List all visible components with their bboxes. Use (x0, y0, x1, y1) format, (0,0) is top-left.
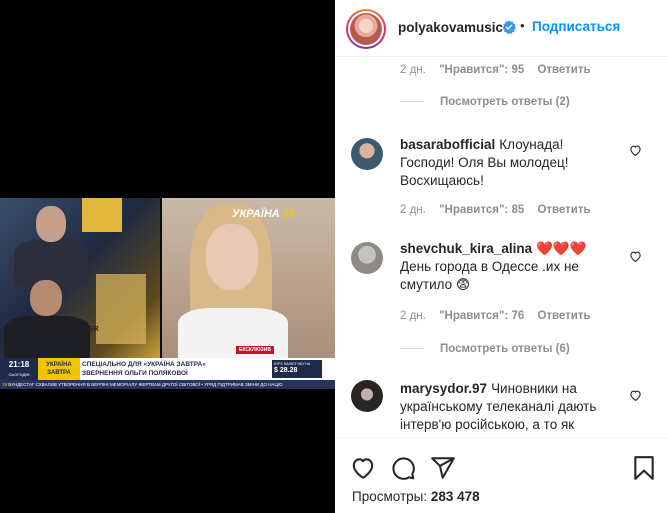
reply-button[interactable]: Ответить (537, 64, 590, 76)
reply-button[interactable]: Ответить (537, 204, 590, 216)
actions-divider (336, 438, 668, 439)
view-replies-button[interactable]: Посмотреть ответы (2) (400, 96, 570, 108)
like-icon[interactable] (350, 455, 376, 481)
author-username[interactable]: polyakovamusic (398, 20, 503, 35)
hearts-emoji: ❤️❤️❤️ (536, 241, 587, 256)
comment-text: basarabofficial Клоунада! Господи! Оля Вы… (400, 137, 569, 188)
currency-rate: КУРС ВАЛЮТ НБУ НА $ 28.28 (272, 360, 322, 378)
view-replies-button[interactable]: Посмотреть ответы (6) (400, 343, 570, 355)
comment-likes[interactable]: "Нравится": 76 (439, 310, 524, 322)
guest-2 (4, 316, 90, 358)
shirt-text: THE I OBSTER (44, 326, 100, 333)
verified-badge-icon (502, 20, 516, 34)
comment-meta: 2 дн. "Нравится": 85 Ответить (400, 204, 591, 216)
lower-third: 21:18 СЬОГОДНІ УКРАЇНА ЗАВТРА СПЕЦІАЛЬНО… (0, 358, 335, 380)
commenter-username[interactable]: marysydor.97 (400, 381, 487, 396)
commenter-avatar[interactable] (351, 242, 383, 274)
broadcast-caption: СПЕЦІАЛЬНО ДЛЯ «УКРАЇНА ЗАВТРА» ЗВЕРНЕНН… (82, 361, 206, 377)
guest-1 (14, 240, 88, 286)
comments-list[interactable]: 2 дн. "Нравится": 95 Ответить Посмотреть… (336, 58, 668, 440)
commenter-username[interactable]: shevchuk_kira_alina (400, 241, 532, 256)
comment-likes[interactable]: "Нравится": 85 (439, 204, 524, 216)
header-separator: • (520, 18, 525, 33)
studio-guests-image (0, 198, 160, 358)
author-avatar[interactable] (346, 9, 386, 49)
commenter-username[interactable]: basarabofficial (400, 137, 495, 152)
share-icon[interactable] (430, 455, 456, 481)
like-comment-icon[interactable] (629, 389, 642, 402)
like-comment-icon[interactable] (629, 250, 642, 263)
news-ticker: 19 БУНДЕСТАГ СХВАЛИВ УТВОРЕННЯ В БЕРЛІНІ… (0, 380, 335, 389)
comment-likes[interactable]: "Нравится": 95 (439, 64, 524, 76)
show-name: УКРАЇНА ЗАВТРА (38, 358, 80, 380)
selfie-video-image (162, 198, 335, 358)
post-media[interactable]: THE I OBSTER УКРАЇНА 24 ЕКСКЛЮЗИВ 21:18 … (0, 0, 335, 513)
save-bookmark-icon[interactable] (631, 455, 657, 481)
comment-meta: 2 дн. "Нравится": 95 Ответить (400, 64, 591, 76)
view-count-value: 283 478 (430, 489, 480, 504)
view-count: Просмотры: 283 478 (352, 489, 480, 504)
reply-button[interactable]: Ответить (537, 310, 590, 322)
commenter-avatar[interactable] (351, 138, 383, 170)
channel-logo: УКРАЇНА 24 (232, 208, 296, 220)
comment-meta: 2 дн. "Нравится": 76 Ответить (400, 310, 591, 322)
comment-text: marysydor.97 Чиновники на українському те… (400, 381, 597, 432)
like-comment-icon[interactable] (629, 144, 642, 157)
comment-text: shevchuk_kira_alina ❤️❤️❤️ День города в … (400, 241, 587, 292)
follow-button[interactable]: Подписаться (532, 19, 620, 34)
comment-icon[interactable] (390, 455, 416, 481)
exclusive-badge: ЕКСКЛЮЗИВ (236, 346, 274, 354)
video-frame[interactable]: THE I OBSTER УКРАЇНА 24 ЕКСКЛЮЗИВ 21:18 … (0, 198, 335, 389)
commenter-avatar[interactable] (351, 380, 383, 412)
broadcast-time: 21:18 СЬОГОДНІ (0, 358, 38, 380)
